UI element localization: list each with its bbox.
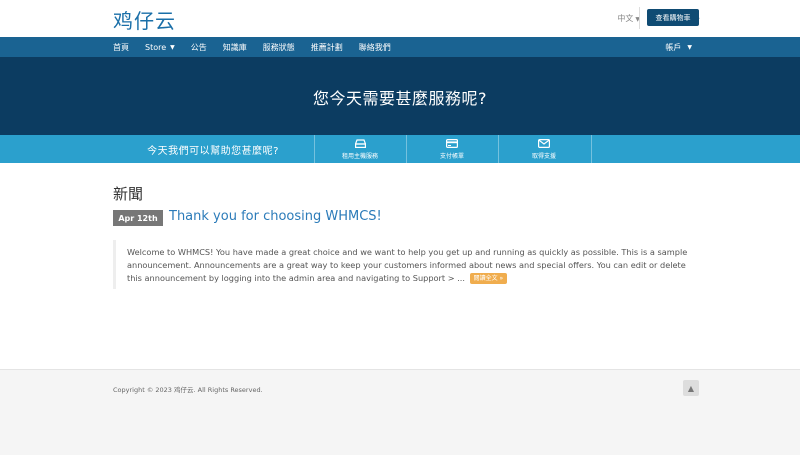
credit-card-icon: [446, 138, 458, 148]
nav-item-store[interactable]: Store ▼: [145, 43, 175, 52]
view-cart-button[interactable]: 查看購物車: [647, 9, 699, 26]
site-header: 鸡仔云 中文▼ 登入 註冊 查看購物車: [0, 0, 800, 37]
main-navigation: 首頁 Store ▼ 公告 知識庫 服務狀態 推薦計劃 聯絡我們 帳戶 ▼: [0, 37, 800, 57]
language-label: 中文: [617, 14, 634, 23]
header-divider: [639, 7, 640, 29]
order-hosting-link[interactable]: 租用主機服務: [314, 135, 406, 163]
hero-banner: 您今天需要甚麼服務呢?: [0, 57, 800, 135]
site-logo[interactable]: 鸡仔云: [113, 5, 176, 34]
nav-account-label: 帳戶: [665, 42, 682, 52]
language-selector[interactable]: 中文 ▼: [617, 13, 640, 24]
copyright-text: Copyright © 2023 鸡仔云. All Rights Reserve…: [113, 386, 263, 394]
caret-down-icon: ▼: [170, 43, 175, 51]
help-prompt: 今天我們可以幫助您甚麼呢?: [147, 145, 279, 157]
help-separator: [591, 135, 592, 163]
help-item-label: 支付帳單: [439, 152, 464, 160]
chevron-up-icon: ▲: [687, 383, 695, 393]
announcement-body: Welcome to WHMCS! You have made a great …: [113, 240, 700, 289]
help-bar: 今天我們可以幫助您甚麼呢? 租用主機服務 支付帳單 取得支援: [0, 135, 800, 163]
news-heading: 新聞: [113, 185, 144, 203]
announcement-date-badge: Apr 12th: [113, 210, 163, 226]
server-icon: [354, 138, 366, 148]
nav-item-affiliates[interactable]: 推薦計劃: [311, 42, 343, 53]
site-footer: Copyright © 2023 鸡仔云. All Rights Reserve…: [0, 370, 800, 455]
nav-item-store-label: Store: [145, 42, 167, 52]
nav-item-announcements[interactable]: 公告: [191, 42, 207, 53]
read-more-button[interactable]: 閱讀全文 »: [469, 273, 508, 284]
pay-invoice-link[interactable]: 支付帳單: [406, 135, 498, 163]
nav-item-account[interactable]: 帳戶 ▼: [665, 37, 692, 57]
help-item-label: 取得支援: [531, 152, 556, 160]
main-content: 新聞 Apr 12th Thank you for choosing WHMCS…: [0, 163, 800, 369]
nav-items: 首頁 Store ▼ 公告 知識庫 服務狀態 推薦計劃 聯絡我們: [113, 37, 391, 57]
nav-item-home[interactable]: 首頁: [113, 42, 129, 53]
envelope-icon: [538, 138, 550, 148]
nav-item-network-status[interactable]: 服務狀態: [263, 42, 295, 53]
back-to-top-button[interactable]: ▲: [683, 380, 699, 396]
help-item-label: 租用主機服務: [341, 152, 378, 160]
nav-item-knowledgebase[interactable]: 知識庫: [223, 42, 247, 53]
announcement-title-link[interactable]: Thank you for choosing WHMCS!: [169, 209, 382, 224]
hero-title: 您今天需要甚麼服務呢?: [313, 89, 487, 108]
caret-down-icon: ▼: [687, 43, 692, 51]
announcement-text: Welcome to WHMCS! You have made a great …: [127, 247, 688, 283]
nav-item-contact[interactable]: 聯絡我們: [359, 42, 391, 53]
get-support-link[interactable]: 取得支援: [498, 135, 590, 163]
